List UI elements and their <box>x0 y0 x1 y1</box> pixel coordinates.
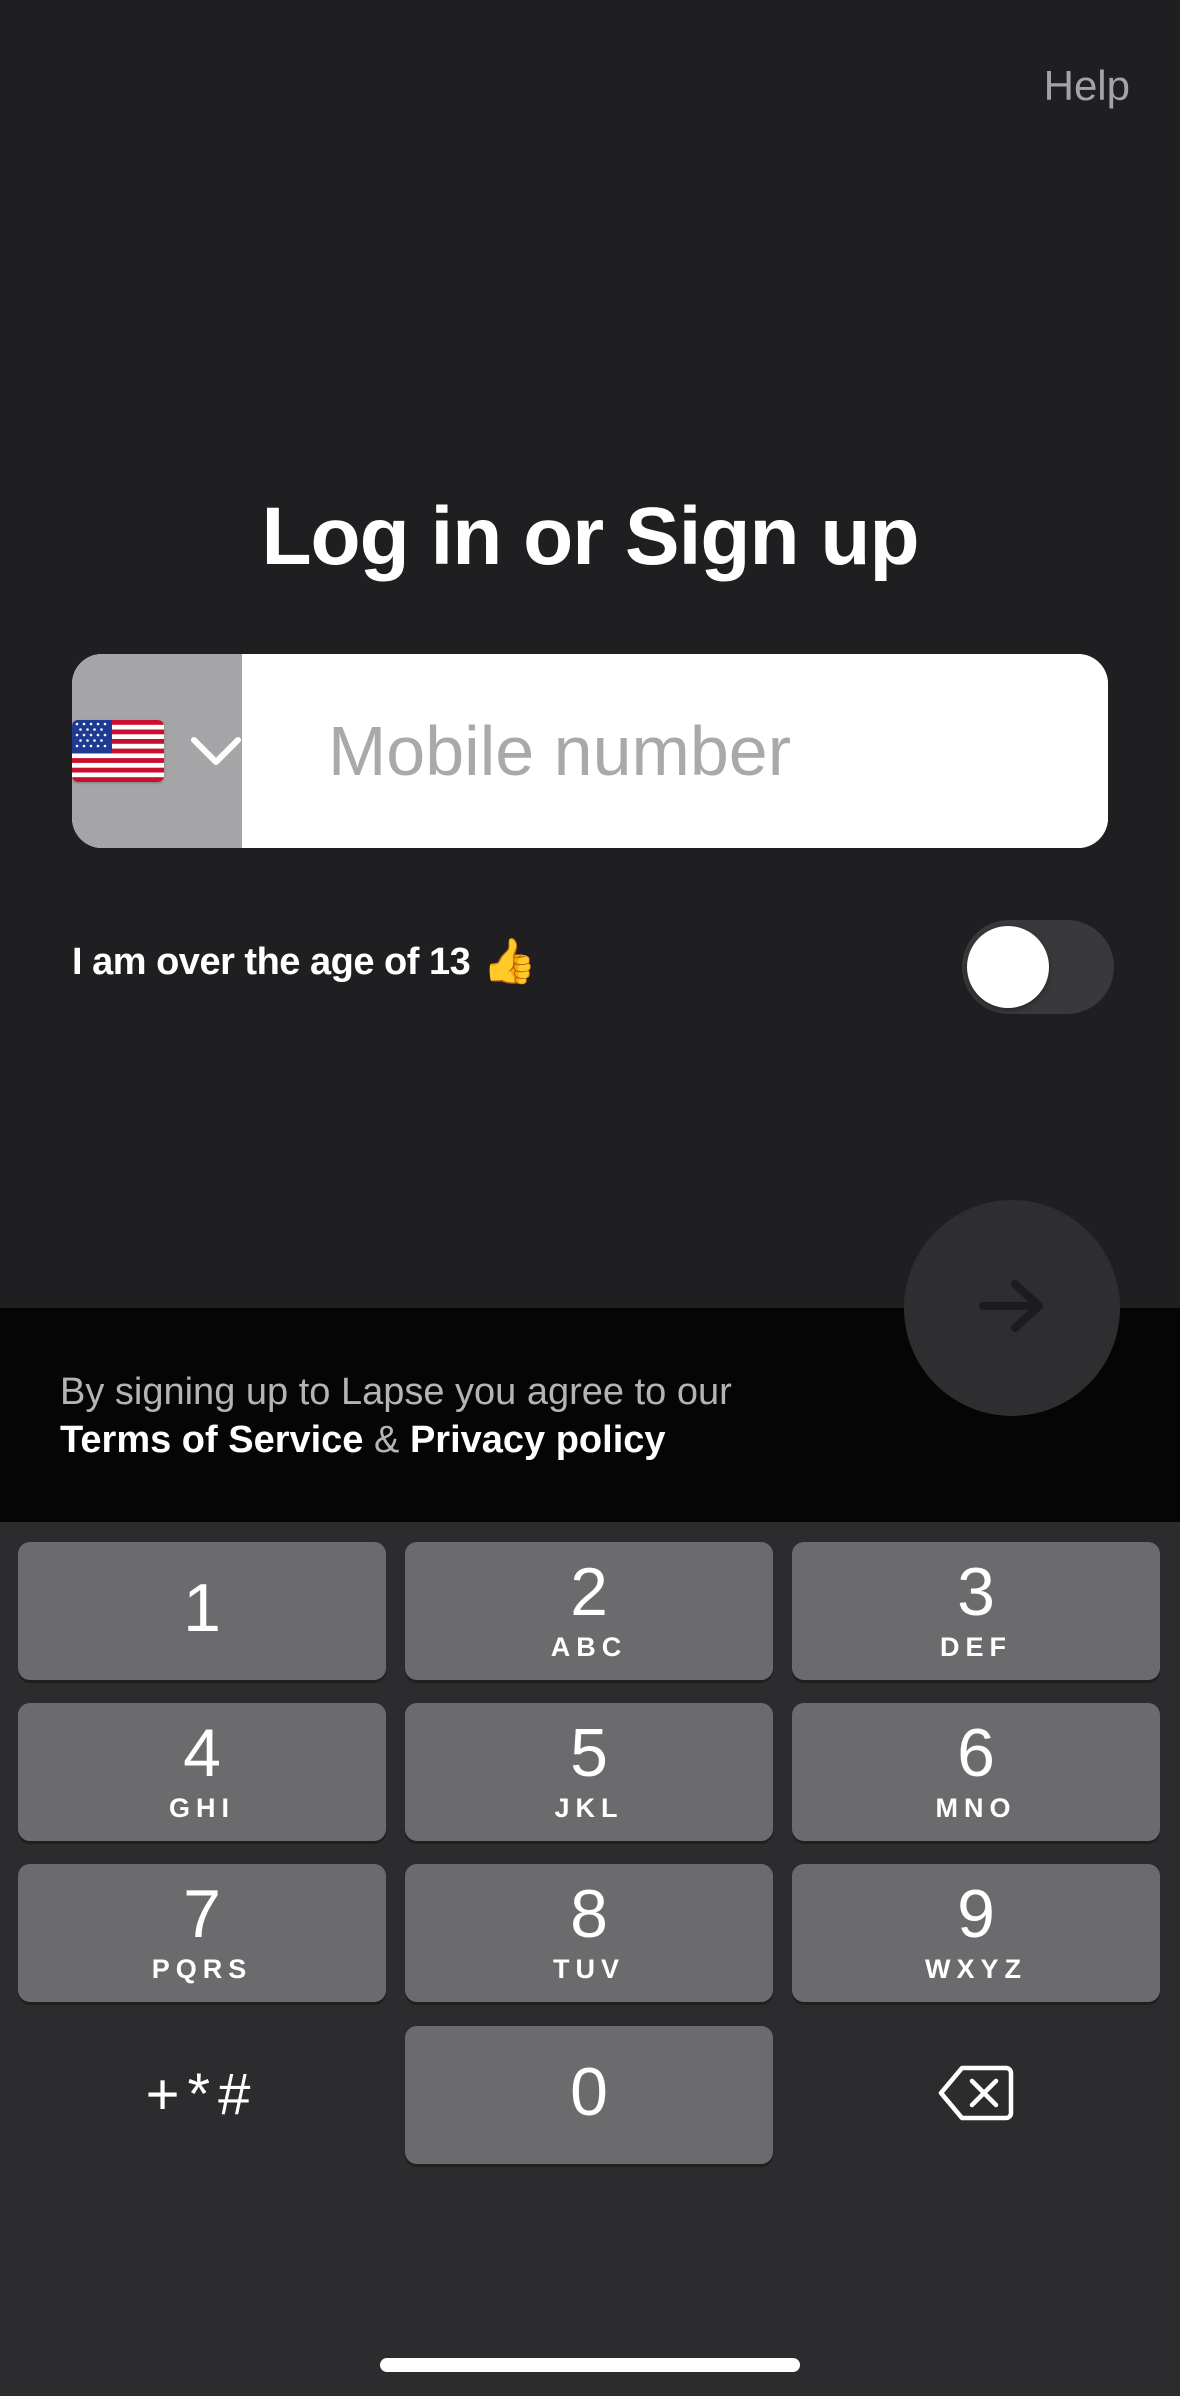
age-confirmation-label: I am over the age of 13 <box>72 940 471 983</box>
key-digit: 6 <box>957 1715 995 1791</box>
key-digit: 4 <box>183 1715 221 1791</box>
key-letters: WXYZ <box>925 1954 1027 1984</box>
thumbs-up-icon: 👍 <box>482 937 538 986</box>
phone-number-field-group <box>72 654 1108 848</box>
next-button[interactable] <box>904 1200 1120 1416</box>
key-5[interactable]: 5 JKL <box>405 1703 773 1841</box>
age-confirmation-row: I am over the age of 13 👍 <box>72 940 537 984</box>
key-digit: 8 <box>570 1876 608 1952</box>
key-letters: DEF <box>940 1632 1012 1662</box>
key-digit: 9 <box>957 1876 995 1952</box>
chevron-down-icon <box>190 736 242 766</box>
key-2[interactable]: 2 ABC <box>405 1542 773 1680</box>
key-letters: GHI <box>168 1793 235 1823</box>
page-title: Log in or Sign up <box>261 491 919 582</box>
terms-of-service-link[interactable]: Terms of Service <box>60 1419 363 1461</box>
key-digit: 0 <box>570 2054 608 2130</box>
key-3[interactable]: 3 DEF <box>792 1542 1160 1680</box>
mobile-number-input[interactable] <box>242 654 1108 848</box>
terms-notice: By signing up to Lapse you agree to our … <box>60 1368 732 1464</box>
key-7[interactable]: 7 PQRS <box>18 1864 386 2002</box>
key-digit: 3 <box>957 1554 995 1630</box>
country-code-selector[interactable] <box>72 654 242 848</box>
key-9[interactable]: 9 WXYZ <box>792 1864 1160 2002</box>
home-indicator[interactable] <box>380 2358 800 2372</box>
key-4[interactable]: 4 GHI <box>18 1703 386 1841</box>
key-0[interactable]: 0 <box>405 2026 773 2164</box>
key-6[interactable]: 6 MNO <box>792 1703 1160 1841</box>
key-digit: 7 <box>183 1876 221 1952</box>
key-digit: 2 <box>570 1554 608 1630</box>
arrow-right-icon <box>977 1278 1047 1339</box>
key-letters: TUV <box>553 1954 625 1984</box>
backspace-key[interactable] <box>792 2026 1160 2164</box>
key-letters: PQRS <box>151 1954 253 1984</box>
key-letters: JKL <box>554 1793 624 1823</box>
age-confirmation-toggle[interactable] <box>962 920 1114 1014</box>
key-letters: MNO <box>935 1793 1017 1823</box>
symbols-key[interactable]: +*# <box>18 2026 386 2164</box>
key-letters: ABC <box>550 1632 628 1662</box>
toggle-knob <box>967 926 1049 1008</box>
help-link[interactable]: Help <box>1044 62 1130 110</box>
login-screen: Help Log in or Sign up Mobile number I a… <box>0 0 1180 2396</box>
terms-prefix: By signing up to Lapse you agree to our <box>60 1371 732 1413</box>
key-digit: 5 <box>570 1715 608 1791</box>
backspace-icon <box>938 2064 1014 2127</box>
terms-ampersand: & <box>374 1419 400 1461</box>
key-digit: 1 <box>183 1570 221 1646</box>
key-8[interactable]: 8 TUV <box>405 1864 773 2002</box>
privacy-policy-link[interactable]: Privacy policy <box>410 1419 666 1461</box>
us-flag-icon <box>72 720 164 782</box>
key-1[interactable]: 1 <box>18 1542 386 1680</box>
